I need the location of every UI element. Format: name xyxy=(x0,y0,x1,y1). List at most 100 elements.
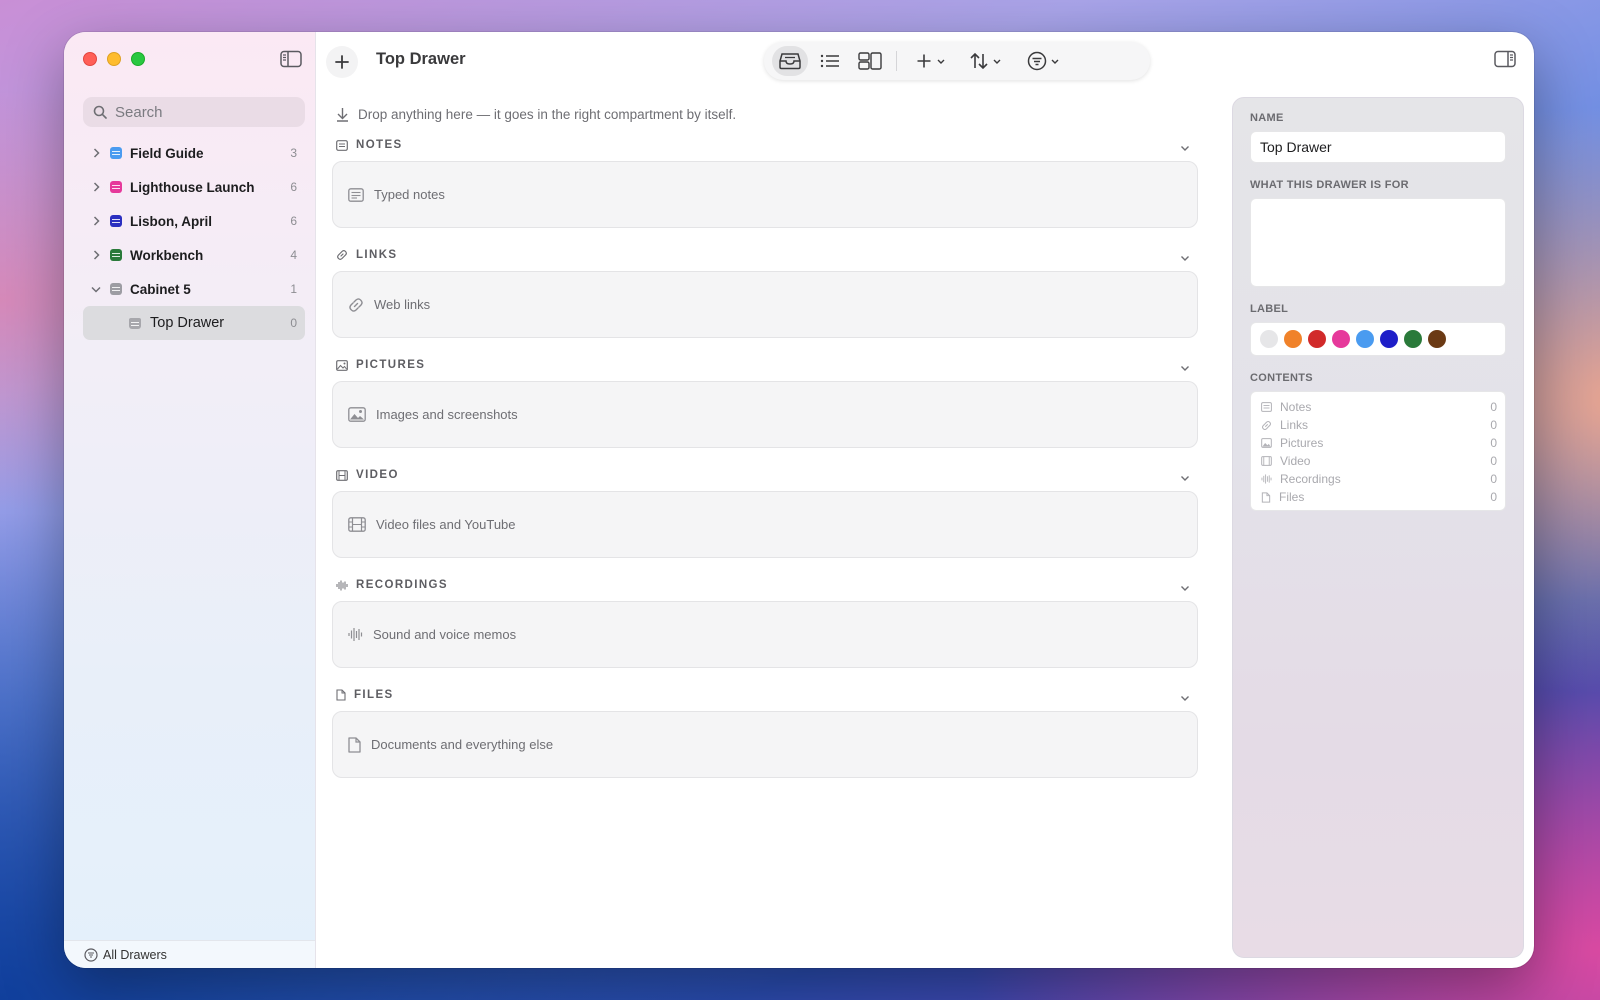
document-icon xyxy=(348,736,361,753)
label-label: LABEL xyxy=(1250,303,1289,315)
contents-row-label: Notes xyxy=(1280,400,1312,414)
chevron-down-icon[interactable] xyxy=(1180,579,1190,597)
link-icon xyxy=(349,297,363,312)
inspector-panel: NAME Top Drawer WHAT THIS DRAWER IS FOR … xyxy=(1232,97,1524,958)
links-drop-area[interactable]: Web links xyxy=(332,271,1198,338)
recordings-section: RECORDINGS Sound and voice memos xyxy=(332,572,1198,668)
drawer-tree: Field Guide 3 Lighthouse Launch 6 Lisbon… xyxy=(83,136,305,340)
section-title: FILES xyxy=(354,689,394,701)
name-field[interactable]: Top Drawer xyxy=(1250,131,1506,163)
sort-icon xyxy=(969,52,988,70)
sidebar-item-label: Field Guide xyxy=(130,145,204,161)
section-placeholder: Video files and YouTube xyxy=(376,517,516,532)
section-title: VIDEO xyxy=(356,469,399,481)
pictures-drop-area[interactable]: Images and screenshots xyxy=(332,381,1198,448)
color-swatch-light-blue[interactable] xyxy=(1356,330,1374,348)
sidebar-item-workbench[interactable]: Workbench 4 xyxy=(83,238,305,272)
all-drawers-label: All Drawers xyxy=(103,947,167,962)
sidebar-item-top-drawer[interactable]: Top Drawer 0 xyxy=(83,306,305,340)
color-swatch-green[interactable] xyxy=(1404,330,1422,348)
tray-view-button[interactable] xyxy=(772,46,808,76)
drop-hint-text: Drop anything here — it goes in the righ… xyxy=(358,106,737,122)
inspector-toggle-icon[interactable] xyxy=(1494,50,1516,68)
contents-summary: Notes 0 Links 0 Pictures 0 Video 0 Recor… xyxy=(1250,391,1506,511)
item-count: 6 xyxy=(290,180,297,194)
recordings-drop-area[interactable]: Sound and voice memos xyxy=(332,601,1198,668)
chevron-right-icon[interactable] xyxy=(91,216,101,226)
section-header[interactable]: FILES xyxy=(332,682,1198,708)
section-header[interactable]: PICTURES xyxy=(332,352,1198,378)
chevron-down-icon[interactable] xyxy=(1180,139,1190,157)
color-swatch-pink[interactable] xyxy=(1332,330,1350,348)
pictures-section: PICTURES Images and screenshots xyxy=(332,352,1198,448)
add-item-menu-button[interactable] xyxy=(911,46,951,76)
list-view-button[interactable] xyxy=(812,46,848,76)
toolbar-divider xyxy=(896,51,897,71)
section-header[interactable]: NOTES xyxy=(332,132,1198,158)
notes-drop-area[interactable]: Typed notes xyxy=(332,161,1198,228)
color-swatch-blue[interactable] xyxy=(1380,330,1398,348)
purpose-textarea[interactable] xyxy=(1250,198,1506,287)
close-window-button[interactable] xyxy=(83,52,97,66)
zoom-window-button[interactable] xyxy=(131,52,145,66)
drawer-icon xyxy=(110,283,122,295)
sidebar-item-lighthouse-launch[interactable]: Lighthouse Launch 6 xyxy=(83,170,305,204)
drawer-contents: Drop anything here — it goes in the righ… xyxy=(332,102,1198,792)
document-icon xyxy=(336,689,346,701)
sidebar: Search Field Guide 3 Lighthouse Launch 6… xyxy=(64,32,316,968)
sidebar-item-field-guide[interactable]: Field Guide 3 xyxy=(83,136,305,170)
contents-row-pictures: Pictures 0 xyxy=(1261,434,1497,452)
chevron-right-icon[interactable] xyxy=(91,148,101,158)
contents-row-recordings: Recordings 0 xyxy=(1261,470,1497,488)
color-swatch-orange[interactable] xyxy=(1284,330,1302,348)
toolbar xyxy=(764,42,1150,80)
files-drop-area[interactable]: Documents and everything else xyxy=(332,711,1198,778)
chevron-down-icon[interactable] xyxy=(1180,249,1190,267)
filter-menu-button[interactable] xyxy=(1021,46,1065,76)
label-color-picker xyxy=(1250,322,1506,356)
drop-zone-hint[interactable]: Drop anything here — it goes in the righ… xyxy=(336,102,1198,126)
item-count: 1 xyxy=(290,282,297,296)
item-count: 6 xyxy=(290,214,297,228)
minimize-window-button[interactable] xyxy=(107,52,121,66)
sidebar-item-lisbon-april[interactable]: Lisbon, April 6 xyxy=(83,204,305,238)
links-section: LINKS Web links xyxy=(332,242,1198,338)
contents-row-notes: Notes 0 xyxy=(1261,398,1497,416)
chevron-down-icon[interactable] xyxy=(1180,359,1190,377)
add-button[interactable] xyxy=(326,46,358,78)
section-placeholder: Images and screenshots xyxy=(376,407,518,422)
color-swatch-brown[interactable] xyxy=(1428,330,1446,348)
notes-section: NOTES Typed notes xyxy=(332,132,1198,228)
sidebar-item-cabinet-5[interactable]: Cabinet 5 1 xyxy=(83,272,305,306)
color-swatch-red[interactable] xyxy=(1308,330,1326,348)
film-icon xyxy=(348,517,366,532)
gallery-view-button[interactable] xyxy=(852,46,888,76)
search-input[interactable]: Search xyxy=(83,97,305,127)
plus-icon xyxy=(335,55,349,69)
all-drawers-button[interactable]: All Drawers xyxy=(64,940,315,968)
sort-menu-button[interactable] xyxy=(963,46,1007,76)
contents-row-files: Files 0 xyxy=(1261,488,1497,506)
waveform-icon xyxy=(1261,474,1272,484)
contents-row-video: Video 0 xyxy=(1261,452,1497,470)
sidebar-toggle-icon[interactable] xyxy=(280,50,302,68)
chevron-down-icon[interactable] xyxy=(1180,689,1190,707)
photo-icon xyxy=(348,407,366,422)
chevron-down-icon[interactable] xyxy=(91,286,101,293)
list-icon xyxy=(820,54,839,68)
video-drop-area[interactable]: Video files and YouTube xyxy=(332,491,1198,558)
section-header[interactable]: VIDEO xyxy=(332,462,1198,488)
section-placeholder: Documents and everything else xyxy=(371,737,554,752)
section-header[interactable]: RECORDINGS xyxy=(332,572,1198,598)
color-swatch-gray[interactable] xyxy=(1260,330,1278,348)
section-placeholder: Typed notes xyxy=(374,187,445,202)
video-section: VIDEO Video files and YouTube xyxy=(332,462,1198,558)
film-icon xyxy=(336,469,348,481)
chevron-right-icon[interactable] xyxy=(91,182,101,192)
section-header[interactable]: LINKS xyxy=(332,242,1198,268)
files-section: FILES Documents and everything else xyxy=(332,682,1198,778)
chevron-right-icon[interactable] xyxy=(91,250,101,260)
chevron-down-icon[interactable] xyxy=(1180,469,1190,487)
document-icon xyxy=(1261,491,1271,503)
contents-row-count: 0 xyxy=(1490,472,1497,486)
